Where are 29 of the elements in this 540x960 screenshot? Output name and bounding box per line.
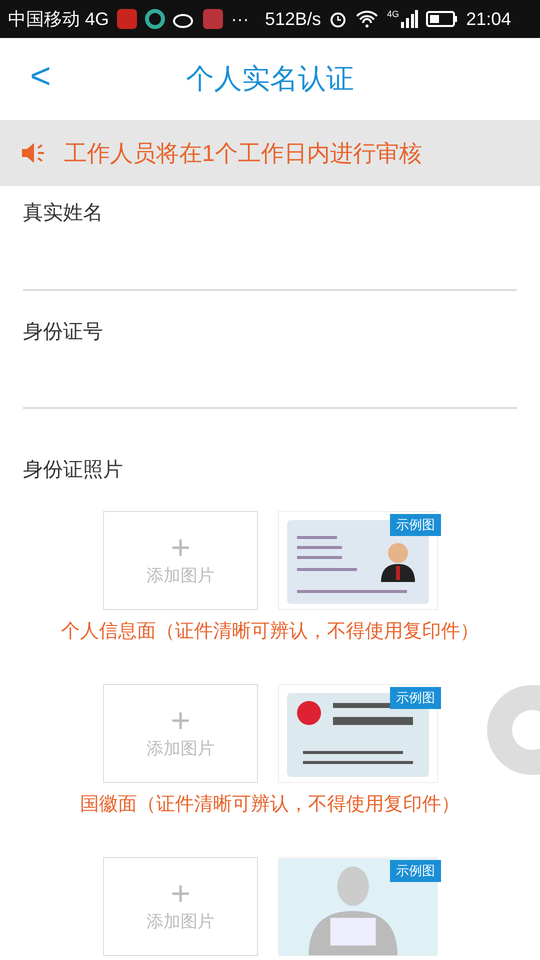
notice-text: 工作人员将在1个工作日内进行审核 (64, 138, 422, 168)
signal-icon (400, 10, 418, 28)
back-button[interactable]: < (30, 58, 52, 94)
network-speed: 512B/s (265, 8, 322, 30)
carrier-text: 中国移动 4G (8, 8, 110, 30)
add-photo-button[interactable]: + 添加图片 (103, 684, 258, 783)
clock-time: 21:04 (466, 8, 512, 30)
page-title: 个人实名认证 (186, 62, 354, 96)
field-label: 真实姓名 (23, 201, 104, 226)
field-label: 身份证号 (23, 320, 104, 345)
input-field[interactable]: 身份证号 (23, 291, 517, 409)
sample-badge: 示例图 (390, 687, 441, 708)
wifi-icon (355, 10, 380, 28)
sample-badge: 示例图 (390, 514, 441, 536)
app-icon (203, 9, 224, 29)
photo-caption: 个人信息面（证件清晰可辨认，不得使用复印件） (60, 620, 480, 644)
add-photo-button[interactable]: + 添加图片 (103, 857, 258, 956)
alarm-icon (329, 10, 348, 28)
battery-icon (426, 11, 458, 27)
add-photo-button[interactable]: + 添加图片 (103, 511, 258, 610)
sample-badge: 示例图 (390, 860, 441, 882)
network-type: 4G (387, 10, 400, 19)
section-label: 身份证照片 (23, 458, 124, 483)
photo-caption: 国徽面（证件清晰可辨认，不得使用复印件） (79, 793, 461, 817)
input-field[interactable]: 真实姓名 (23, 186, 517, 291)
speaker-icon (20, 141, 46, 165)
app-icon (145, 9, 166, 29)
more-dots: ··· (231, 8, 249, 30)
app-icon (117, 9, 138, 29)
